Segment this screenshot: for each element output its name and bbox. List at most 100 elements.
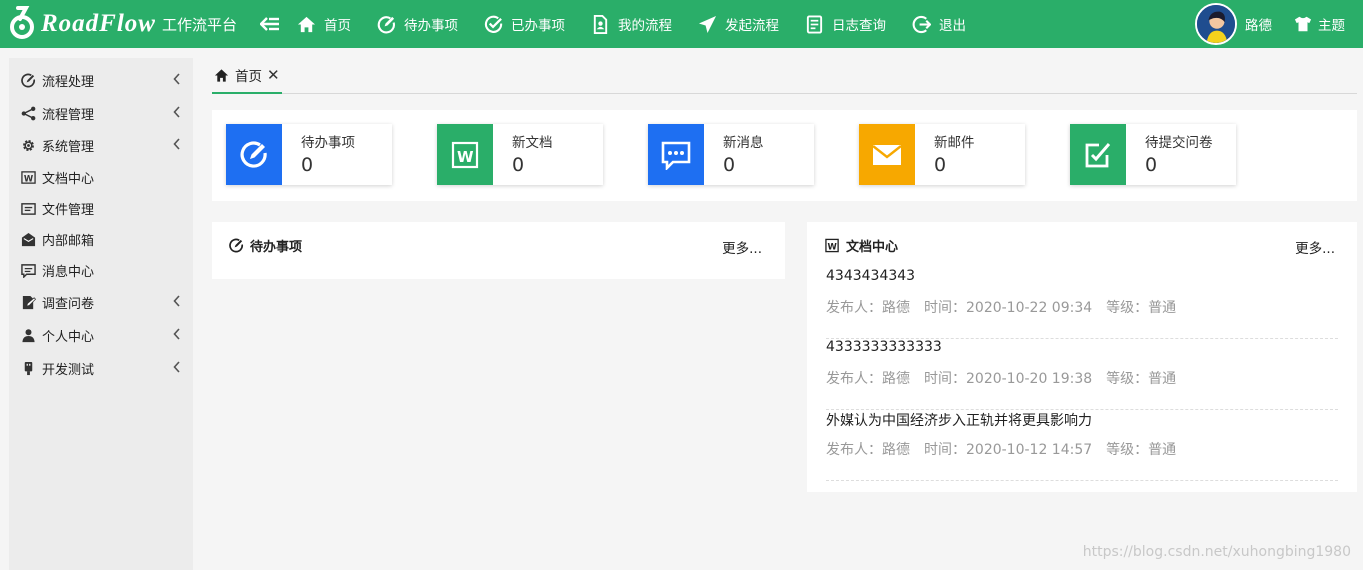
avatar[interactable]: [1195, 3, 1237, 45]
doc-publisher: 发布人：路德: [826, 371, 910, 387]
sidebar-item-message-center[interactable]: 消息中心: [9, 255, 193, 286]
sidebar-item-doc-center[interactable]: W 文档中心: [9, 162, 193, 193]
message-icon: [21, 264, 36, 278]
topnav-label: 首页: [324, 18, 351, 34]
sidebar-item-label: 流程管理: [42, 107, 95, 123]
stat-count: 0: [723, 154, 736, 176]
sidebar-item-flow-manage[interactable]: 流程管理: [9, 97, 193, 129]
doc-title-link[interactable]: 4343434343: [826, 268, 915, 284]
topnav-my-flows[interactable]: 我的流程: [591, 0, 672, 48]
panel-title-text: 待办事项: [250, 239, 303, 255]
user-icon: [22, 329, 35, 343]
panel-title: W 文档中心: [825, 236, 898, 255]
doc-publisher: 发布人：路德: [826, 300, 910, 316]
user-document-icon: [593, 14, 608, 34]
word-icon: W: [21, 171, 36, 184]
chevron-left-icon: [173, 328, 180, 340]
topnav-home[interactable]: 首页: [297, 0, 351, 48]
stat-card-todo[interactable]: 待办事项 0: [226, 124, 392, 185]
panel-title: 待办事项: [229, 236, 302, 255]
sidebar-item-label: 系统管理: [42, 140, 95, 155]
send-icon: [698, 15, 717, 33]
close-icon[interactable]: ✕: [267, 66, 280, 84]
word-icon: W: [825, 238, 839, 252]
tab-label: 首页: [235, 69, 262, 85]
sidebar-item-system-manage[interactable]: 系统管理: [9, 129, 193, 162]
topnav-log-query[interactable]: 日志查询: [805, 0, 886, 48]
sidebar-item-file-manage[interactable]: 文件管理: [9, 193, 193, 224]
watermark: https://blog.csdn.net/xuhongbing1980: [1082, 544, 1351, 560]
doc-time: 时间：2020-10-12 14:57: [924, 442, 1093, 458]
chevron-left-icon: [173, 361, 180, 373]
tab-home[interactable]: 首页 ✕: [212, 58, 282, 94]
sidebar-item-flow-process[interactable]: 流程处理: [9, 64, 193, 97]
doc-title-link[interactable]: 4333333333333: [826, 339, 942, 355]
edit-circle-icon: [240, 141, 267, 168]
doc-level: 等级：普通: [1106, 442, 1177, 458]
topnav-start-flow[interactable]: 发起流程: [698, 0, 779, 48]
tshirt-icon: [1294, 16, 1312, 32]
todo-more-link[interactable]: 更多...: [722, 237, 762, 257]
collapse-sidebar-button[interactable]: [259, 13, 281, 35]
stat-card-new-message[interactable]: 新消息 0: [648, 124, 814, 185]
doc-level: 等级：普通: [1106, 300, 1177, 316]
stat-card-new-doc[interactable]: W 新文档 0: [437, 124, 603, 185]
topnav-done[interactable]: 已办事项: [484, 0, 565, 48]
arrow-left-lines-icon: [260, 17, 279, 31]
doc-level: 等级：普通: [1106, 371, 1177, 387]
doc-meta: 发布人：路德 时间：2020-10-20 19:38 等级：普通: [826, 368, 1190, 388]
chevron-left-icon: [173, 73, 180, 85]
sidebar-item-label: 内部邮箱: [42, 234, 95, 249]
check-circle-icon: [484, 15, 503, 33]
sidebar-item-label: 流程处理: [42, 75, 95, 90]
sidebar-item-survey[interactable]: 调查问卷: [9, 286, 193, 319]
stat-icon-box: [226, 124, 282, 185]
folder-icon: [21, 203, 36, 215]
stat-count: 0: [512, 154, 525, 176]
sidebar-item-mailbox[interactable]: 内部邮箱: [9, 224, 193, 255]
topnav-label: 已办事项: [511, 18, 565, 34]
log-icon: [806, 14, 823, 34]
stat-label: 待办事项: [301, 135, 355, 151]
app-subtitle: 工作流平台: [161, 15, 237, 34]
doc-title-link[interactable]: 外媒认为中国经济步入正轨并将更具影响力: [826, 410, 1092, 430]
sidebar-item-label: 开发测试: [42, 362, 95, 378]
edit-circle-icon: [377, 15, 395, 33]
topnav-logout[interactable]: 退出: [912, 0, 966, 48]
stat-icon-box: W: [437, 124, 493, 185]
sidebar-item-label: 调查问卷: [42, 297, 95, 312]
user-name[interactable]: 路德: [1245, 14, 1272, 34]
edit-circle-icon: [21, 73, 35, 88]
theme-label: 主题: [1318, 18, 1345, 34]
home-icon: [214, 68, 229, 82]
sidebar-item-label: 文件管理: [42, 203, 95, 218]
sidebar-item-personal-center[interactable]: 个人中心: [9, 319, 193, 352]
topnav-label: 我的流程: [618, 18, 672, 34]
docs-more-link[interactable]: 更多...: [1295, 237, 1335, 257]
stat-icon-box: [1070, 124, 1126, 185]
stats-bar: 待办事项 0 W 新文档 0 新消息 0 新邮件 0 待提交问卷 0: [212, 110, 1357, 201]
stat-card-new-mail[interactable]: 新邮件 0: [859, 124, 1025, 185]
list-item: 外媒认为中国经济步入正轨并将更具影响力 发布人：路德 时间：2020-10-12 …: [826, 410, 1338, 481]
doc-time: 时间：2020-10-22 09:34: [924, 300, 1093, 316]
topnav-label: 退出: [939, 18, 966, 34]
list-item: 4333333333333 发布人：路德 时间：2020-10-20 19:38 等…: [826, 339, 1338, 410]
list-item: 4343434343 发布人：路德 时间：2020-10-22 09:34 等级：普…: [826, 268, 1338, 339]
usb-icon: [24, 361, 33, 375]
stat-count: 0: [301, 154, 314, 176]
mailbox-icon: [21, 232, 36, 247]
svg-text:W: W: [24, 173, 34, 183]
word-icon: W: [451, 141, 479, 168]
doc-meta: 发布人：路德 时间：2020-10-12 14:57 等级：普通: [826, 439, 1190, 459]
chevron-left-icon: [173, 138, 180, 150]
stat-icon-box: [859, 124, 915, 185]
stat-label: 新文档: [512, 135, 553, 151]
survey-icon: [22, 295, 36, 310]
stat-label: 待提交问卷: [1145, 135, 1213, 151]
theme-button[interactable]: 主题: [1294, 14, 1345, 34]
topnav-todo[interactable]: 待办事项: [377, 0, 458, 48]
docs-panel: W 文档中心 更多... 4343434343 发布人：路德 时间：2020-10…: [807, 222, 1357, 492]
mail-icon: [872, 144, 902, 165]
sidebar-item-dev-test[interactable]: 开发测试: [9, 352, 193, 384]
stat-card-pending-survey[interactable]: 待提交问卷 0: [1070, 124, 1236, 185]
